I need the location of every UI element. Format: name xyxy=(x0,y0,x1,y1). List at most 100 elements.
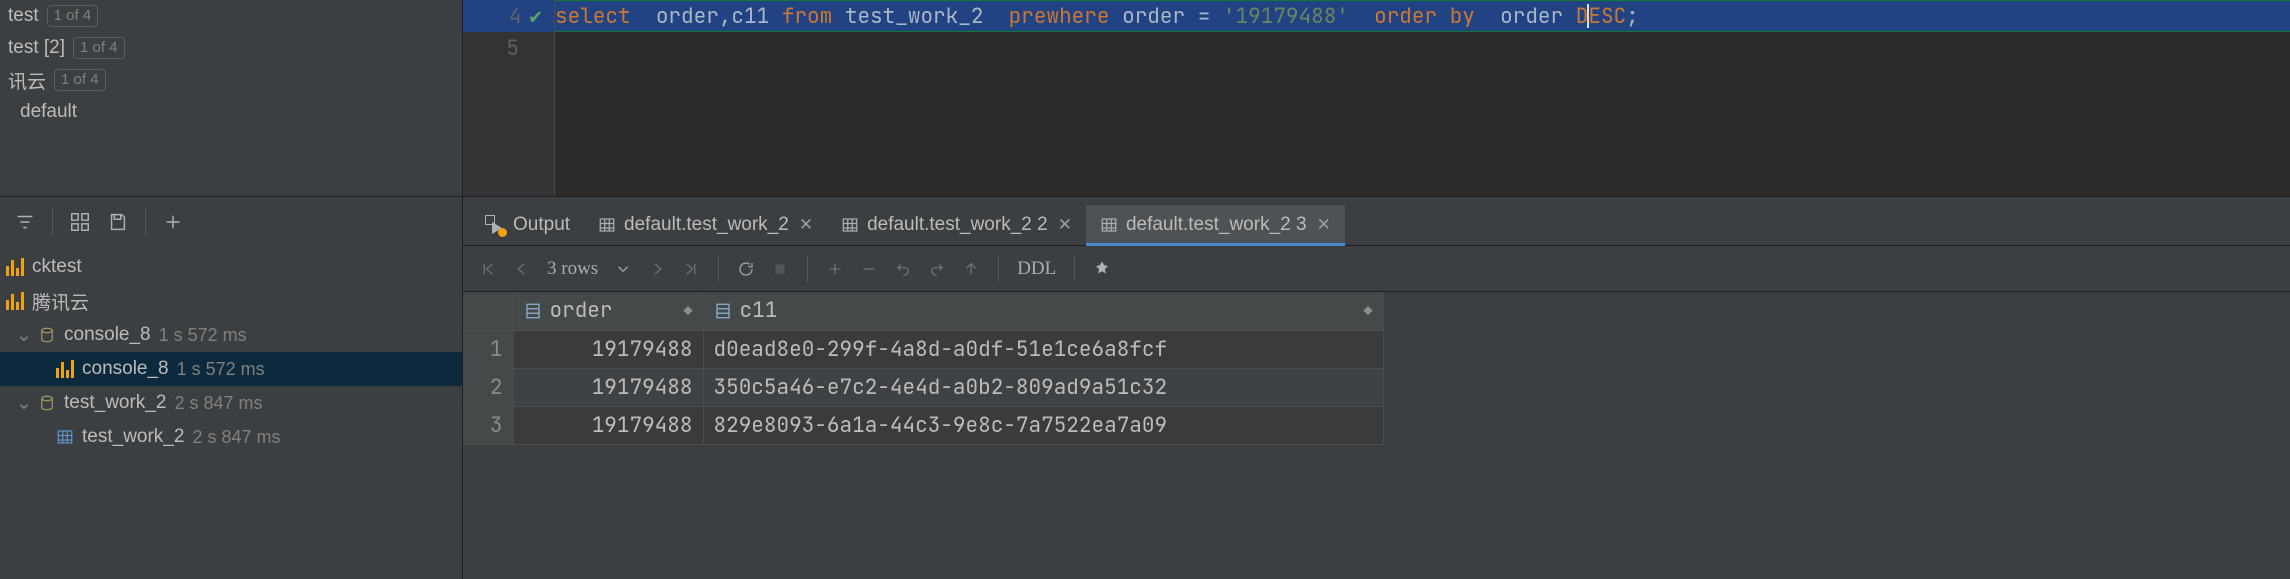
prev-page-icon[interactable] xyxy=(507,254,537,284)
db-tree-item[interactable]: test [2] 1 of 4 xyxy=(0,32,462,64)
filter-icon[interactable] xyxy=(8,205,42,239)
service-item[interactable]: cktest xyxy=(0,250,462,284)
cell-order[interactable]: 19179488 xyxy=(513,368,703,406)
cell-c11[interactable]: 350c5a46-e7c2-4e4d-a0b2-809ad9a51c32 xyxy=(703,368,1383,406)
column-icon xyxy=(714,302,732,320)
service-label: console_8 xyxy=(64,324,151,346)
console-icon xyxy=(38,394,56,412)
first-page-icon[interactable] xyxy=(473,254,503,284)
tab-label: default.test_work_2 xyxy=(624,214,789,236)
table-row[interactable]: 3 19179488 829e8093-6a1a-44c3-9e8c-7a752… xyxy=(463,406,1383,444)
row-number[interactable]: 1 xyxy=(463,330,513,368)
service-item[interactable]: 腾讯云 xyxy=(0,284,462,318)
tab-result[interactable]: default.test_work_2 3 ✕ xyxy=(1086,205,1345,245)
column-icon xyxy=(524,302,542,320)
tab-label: default.test_work_2 2 xyxy=(867,214,1048,236)
add-icon[interactable] xyxy=(156,205,190,239)
service-label: test_work_2 xyxy=(82,426,184,448)
results-toolbar: 3 rows DDL xyxy=(463,246,2290,292)
service-label: test_work_2 xyxy=(64,392,166,414)
chevron-down-icon[interactable]: ⌄ xyxy=(16,392,30,415)
table-row[interactable]: 1 19179488 d0ead8e0-299f-4a8d-a0df-51e1c… xyxy=(463,330,1383,368)
result-tabs: Output default.test_work_2 ✕ default.tes… xyxy=(463,197,2290,246)
row-number-header[interactable] xyxy=(463,292,513,330)
table-row[interactable]: 2 19179488 350c5a46-e7c2-4e4d-a0b2-809ad… xyxy=(463,368,1383,406)
service-item[interactable]: ⌄ console_8 1 s 572 ms xyxy=(0,318,462,352)
code-line[interactable] xyxy=(555,32,2290,64)
ddl-button[interactable]: DDL xyxy=(1011,258,1062,280)
cell-c11[interactable]: 829e8093-6a1a-44c3-9e8c-7a7522ea7a09 xyxy=(703,406,1383,444)
service-label: 腾讯云 xyxy=(32,288,89,315)
gutter-line: 4 ✔ xyxy=(463,0,554,32)
service-time: 2 s 847 ms xyxy=(192,427,280,448)
db-tree-item[interactable]: 讯云 1 of 4 xyxy=(0,64,462,96)
results-panel: 3 rows DDL xyxy=(463,246,2290,579)
db-tree-badge: 1 of 4 xyxy=(47,5,99,27)
row-number[interactable]: 3 xyxy=(463,406,513,444)
db-tree-label: 讯云 xyxy=(8,67,46,94)
service-time: 2 s 847 ms xyxy=(174,393,262,414)
layout-icon[interactable] xyxy=(63,205,97,239)
close-icon[interactable]: ✕ xyxy=(1058,215,1072,235)
db-tree-badge: 1 of 4 xyxy=(73,37,125,59)
service-item[interactable]: console_8 1 s 572 ms xyxy=(0,352,462,386)
tab-output[interactable]: Output xyxy=(471,205,584,245)
service-time: 1 s 572 ms xyxy=(177,359,265,380)
chevron-down-icon[interactable]: ⌄ xyxy=(16,324,30,347)
close-icon[interactable]: ✕ xyxy=(1317,215,1331,235)
revert-icon[interactable] xyxy=(888,254,918,284)
services-toolbar xyxy=(0,197,463,246)
db-tree-label: test [2] xyxy=(8,37,65,59)
last-page-icon[interactable] xyxy=(676,254,706,284)
service-label: console_8 xyxy=(82,358,169,380)
sort-icon[interactable]: ◆ xyxy=(683,301,692,321)
column-header-c11[interactable]: c11 ◆ xyxy=(703,292,1383,330)
editor-code-area[interactable]: select order,c11 from test_work_2 prewhe… xyxy=(555,0,2290,196)
pin-icon[interactable] xyxy=(1087,254,1117,284)
line-number: 4 xyxy=(509,3,522,30)
cell-order[interactable]: 19179488 xyxy=(513,406,703,444)
tab-label: default.test_work_2 3 xyxy=(1126,214,1307,236)
next-page-icon[interactable] xyxy=(642,254,672,284)
check-icon: ✔ xyxy=(529,3,542,30)
tab-result[interactable]: default.test_work_2 ✕ xyxy=(584,205,827,245)
results-grid[interactable]: order ◆ c11 ◆ xyxy=(463,292,2290,579)
db-tree-label: default xyxy=(20,101,77,123)
service-label: cktest xyxy=(32,256,82,278)
db-tree-badge: 1 of 4 xyxy=(54,69,106,91)
services-tree[interactable]: cktest 腾讯云 ⌄ console_8 1 s 572 ms consol… xyxy=(0,246,463,579)
sort-icon[interactable]: ◆ xyxy=(1363,301,1372,321)
db-tree-item[interactable]: test 1 of 4 xyxy=(0,0,462,32)
db-tree-item[interactable]: default xyxy=(0,96,462,128)
data-table[interactable]: order ◆ c11 ◆ xyxy=(463,292,1384,445)
chevron-down-icon[interactable] xyxy=(608,254,638,284)
reload-icon[interactable] xyxy=(731,254,761,284)
cell-order[interactable]: 19179488 xyxy=(513,330,703,368)
table-icon xyxy=(841,216,859,234)
gutter-line: 5 xyxy=(463,32,554,64)
table-icon xyxy=(1100,216,1118,234)
row-number[interactable]: 2 xyxy=(463,368,513,406)
datasource-icon xyxy=(6,292,24,310)
add-row-icon[interactable] xyxy=(820,254,850,284)
service-item[interactable]: test_work_2 2 s 847 ms xyxy=(0,420,462,454)
remove-row-icon[interactable] xyxy=(854,254,884,284)
database-tree[interactable]: test 1 of 4 test [2] 1 of 4 讯云 1 of 4 de… xyxy=(0,0,463,196)
service-time: 1 s 572 ms xyxy=(159,325,247,346)
stop-icon[interactable] xyxy=(765,254,795,284)
rowcount-label: 3 rows xyxy=(541,258,604,280)
commit-icon[interactable] xyxy=(922,254,952,284)
editor-gutter: 4 ✔ 5 xyxy=(463,0,555,196)
sql-editor[interactable]: 4 ✔ 5 select order,c11 from test_work_2 … xyxy=(463,0,2290,196)
table-icon xyxy=(598,216,616,234)
code-line[interactable]: select order,c11 from test_work_2 prewhe… xyxy=(555,0,2290,32)
save-layout-icon[interactable] xyxy=(101,205,135,239)
close-icon[interactable]: ✕ xyxy=(799,215,813,235)
submit-icon[interactable] xyxy=(956,254,986,284)
tab-result[interactable]: default.test_work_2 2 ✕ xyxy=(827,205,1086,245)
column-header-order[interactable]: order ◆ xyxy=(513,292,703,330)
service-item[interactable]: ⌄ test_work_2 2 s 847 ms xyxy=(0,386,462,420)
cell-c11[interactable]: d0ead8e0-299f-4a8d-a0df-51e1ce6a8fcf xyxy=(703,330,1383,368)
line-number: 5 xyxy=(506,35,519,62)
db-tree-label: test xyxy=(8,5,39,27)
